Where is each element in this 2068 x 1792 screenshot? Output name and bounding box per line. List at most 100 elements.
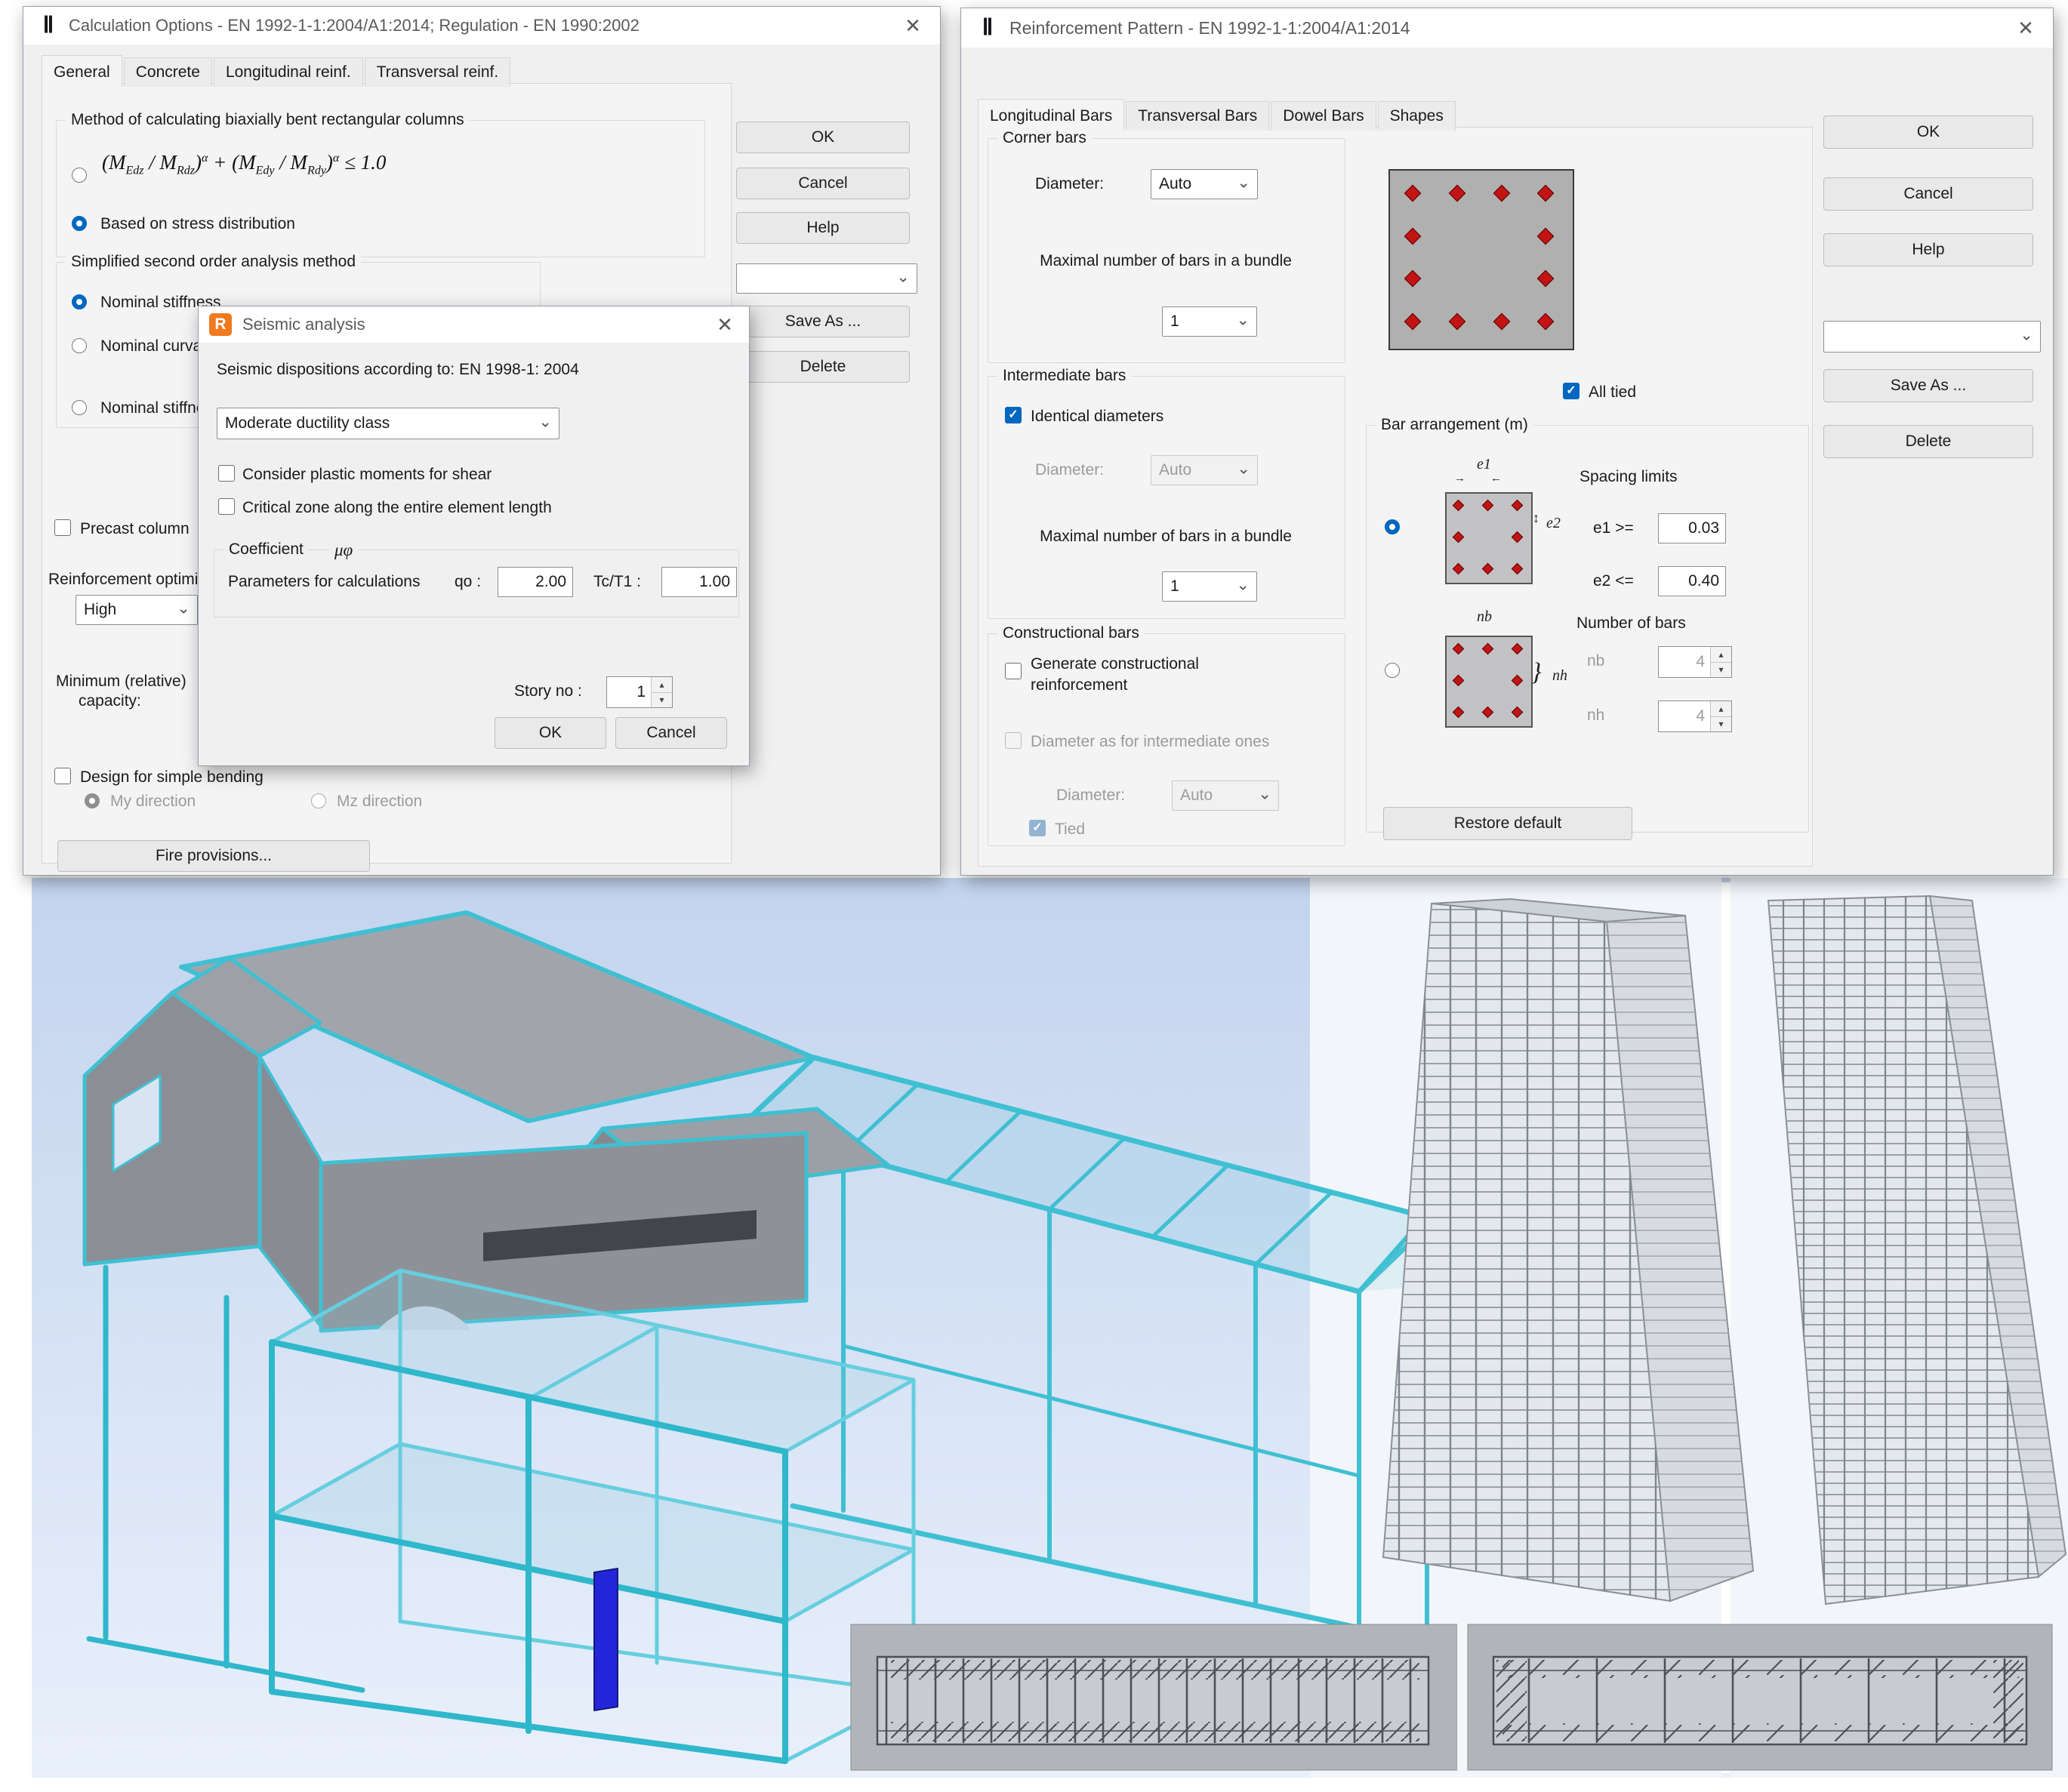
story-spinner[interactable]: 1 ▴ ▾ — [606, 676, 673, 708]
e2-input[interactable]: 0.40 — [1658, 566, 1726, 596]
save-as-button[interactable]: Save As ... — [736, 306, 910, 337]
rebar-dot — [1512, 707, 1524, 719]
close-icon[interactable]: ✕ — [1999, 8, 2053, 48]
nh-spinner[interactable]: 4 ▴ ▾ — [1658, 700, 1732, 732]
corner-diameter-combo[interactable]: Auto ⌄ — [1151, 169, 1258, 199]
check-icon: ✓ — [1006, 408, 1021, 423]
combo-value: 1 — [1170, 313, 1179, 331]
tc-t1-input[interactable]: 1.00 — [661, 567, 737, 597]
spin-up-icon[interactable]: ▴ — [652, 677, 672, 692]
identical-diameters-checkbox[interactable]: ✓ — [1005, 407, 1022, 423]
nb-spinner[interactable]: 4 ▴ ▾ — [1658, 646, 1732, 678]
precast-column-checkbox[interactable]: ✓ — [54, 519, 71, 536]
critical-zone-checkbox[interactable]: ✓ — [218, 498, 235, 515]
ductility-class-combo[interactable]: Moderate ductility class ⌄ — [217, 408, 559, 439]
fire-provisions-button[interactable]: Fire provisions... — [57, 840, 370, 872]
generate-constructional-checkbox[interactable]: ✓ — [1005, 663, 1022, 679]
e2-operator-label: e2 <= — [1593, 572, 1634, 590]
spin-down-icon[interactable]: ▾ — [1711, 662, 1731, 678]
tab-general[interactable]: General — [42, 55, 122, 87]
radio-nominal-stiffness-2[interactable] — [72, 400, 87, 415]
reinf-pattern-tabs: Longitudinal Bars Transversal Bars Dowel… — [978, 99, 1457, 131]
chevron-down-icon: ⌄ — [1236, 311, 1250, 330]
calc-options-titlebar[interactable]: Ⅱ Calculation Options - EN 1992-1-1:2004… — [23, 7, 940, 45]
e2-annotation: e2 — [1546, 515, 1561, 532]
precast-column-label: Precast column — [80, 520, 190, 538]
reinforcement-optimization-combo[interactable]: High ⌄ — [76, 595, 198, 625]
radio-nominal-stiffness-1[interactable] — [72, 294, 87, 309]
radio-mz-direction[interactable] — [311, 793, 326, 808]
constructional-bars-group: Constructional bars ✓ Generate construct… — [988, 633, 1345, 846]
tab-concrete[interactable]: Concrete — [124, 57, 212, 87]
rebar-dot — [1537, 270, 1555, 288]
rebar-dot — [1512, 500, 1524, 512]
tab-transversal-reinf[interactable]: Transversal reinf. — [365, 57, 510, 87]
ok-button[interactable]: OK — [736, 122, 910, 153]
rebar-dot — [1493, 185, 1511, 202]
calc-options-title: Calculation Options - EN 1992-1-1:2004/A… — [69, 7, 640, 45]
all-tied-checkbox[interactable]: ✓ — [1563, 383, 1580, 399]
rebar-dot — [1482, 500, 1494, 512]
tied-checkbox[interactable]: ✓ — [1029, 820, 1046, 836]
tab-shapes[interactable]: Shapes — [1378, 101, 1456, 131]
intermediate-diameter-combo[interactable]: Auto ⌄ — [1151, 455, 1258, 485]
cancel-button[interactable]: Cancel — [1823, 177, 2033, 211]
seismic-title: Seismic analysis — [242, 306, 365, 343]
spin-up-icon[interactable]: ▴ — [1711, 701, 1731, 716]
restore-default-button[interactable]: Restore default — [1383, 807, 1632, 840]
saved-patterns-combo[interactable]: ⌄ — [1823, 321, 2041, 353]
spin-up-icon[interactable]: ▴ — [1711, 647, 1731, 662]
spin-down-icon[interactable]: ▾ — [1711, 716, 1731, 732]
reinforcement-pattern-dialog: Ⅱ Reinforcement Pattern - EN 1992-1-1:20… — [960, 8, 2054, 876]
intermediate-bundle-combo[interactable]: 1 ⌄ — [1162, 571, 1257, 602]
help-button[interactable]: Help — [736, 212, 910, 244]
radio-biaxial-formula[interactable] — [72, 168, 87, 183]
brace-icon: } — [1531, 658, 1542, 687]
corner-bars-group: Corner bars Diameter: Auto ⌄ Maximal num… — [988, 138, 1345, 363]
radio-count-arrangement[interactable] — [1385, 663, 1400, 678]
3d-viewport[interactable] — [0, 878, 2068, 1778]
radio-my-direction[interactable] — [85, 793, 100, 808]
diameter-as-intermediate-checkbox[interactable]: ✓ — [1005, 732, 1022, 749]
delete-button[interactable]: Delete — [1823, 425, 2033, 458]
constructional-diameter-combo[interactable]: Auto ⌄ — [1172, 781, 1279, 811]
radio-nominal-curvature[interactable] — [72, 338, 87, 353]
saved-patterns-combo[interactable]: ⌄ — [736, 263, 917, 294]
simple-bending-checkbox[interactable]: ✓ — [54, 768, 71, 784]
cancel-button[interactable]: Cancel — [736, 168, 910, 199]
corner-bundle-combo[interactable]: 1 ⌄ — [1162, 306, 1257, 337]
rebar-dot — [1453, 500, 1465, 512]
ok-button[interactable]: OK — [495, 717, 606, 749]
spin-down-icon[interactable]: ▾ — [652, 692, 672, 708]
radio-spacing-arrangement[interactable] — [1385, 519, 1400, 534]
tab-longitudinal-bars[interactable]: Longitudinal Bars — [978, 99, 1124, 131]
delete-button[interactable]: Delete — [736, 351, 910, 383]
tab-dowel-bars[interactable]: Dowel Bars — [1271, 101, 1376, 131]
rebar-dot — [1482, 707, 1494, 719]
close-icon[interactable]: ✕ — [886, 7, 940, 45]
save-as-button[interactable]: Save As ... — [1823, 369, 2033, 402]
robot-icon: R — [209, 313, 232, 336]
chevron-down-icon: ⌄ — [1258, 785, 1271, 804]
plastic-moments-checkbox[interactable]: ✓ — [218, 465, 235, 482]
tab-transversal-bars[interactable]: Transversal Bars — [1126, 101, 1269, 131]
help-button[interactable]: Help — [1823, 233, 2033, 266]
seismic-titlebar[interactable]: R Seismic analysis ✕ — [199, 306, 749, 343]
diameter-label: Diameter: — [1056, 787, 1125, 805]
cancel-button[interactable]: Cancel — [615, 717, 727, 749]
check-icon: ✓ — [1564, 383, 1579, 399]
e1-input[interactable]: 0.03 — [1658, 513, 1726, 543]
coefficient-symbol: μφ — [329, 540, 358, 560]
beam-section-panel-right — [1468, 1624, 2052, 1770]
qo-input[interactable]: 2.00 — [498, 567, 573, 597]
combo-value: Auto — [1180, 787, 1213, 805]
corner-bundle-label: Maximal number of bars in a bundle — [988, 252, 1343, 270]
intermediate-bundle-label: Maximal number of bars in a bundle — [988, 528, 1343, 546]
ok-button[interactable]: OK — [1823, 115, 2033, 149]
rebar-dot — [1404, 313, 1422, 331]
reinf-pattern-titlebar[interactable]: Ⅱ Reinforcement Pattern - EN 1992-1-1:20… — [961, 8, 2053, 48]
dim-arrow-right: → — [1454, 473, 1465, 485]
tab-longitudinal-reinf[interactable]: Longitudinal reinf. — [214, 57, 363, 87]
radio-stress-distribution[interactable] — [72, 216, 87, 231]
close-icon[interactable]: ✕ — [701, 306, 749, 343]
